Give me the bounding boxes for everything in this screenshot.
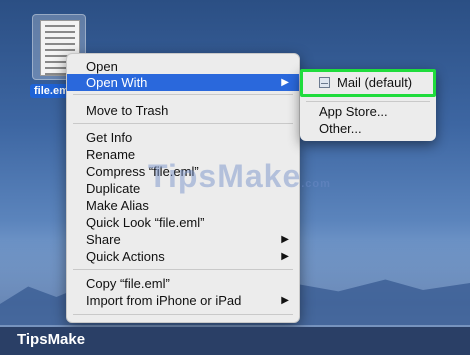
chevron-right-icon: ▶ <box>281 77 289 88</box>
menu-item-quick-actions[interactable]: Quick Actions ▶ <box>67 248 299 265</box>
submenu-item-mail[interactable]: Mail (default) <box>337 75 412 90</box>
menu-item-quick-look[interactable]: Quick Look “file.eml” <box>67 214 299 231</box>
menu-item-get-info[interactable]: Get Info <box>67 129 299 146</box>
brand-logo: TipsMake <box>17 331 86 348</box>
menu-item-share[interactable]: Share ▶ <box>67 231 299 248</box>
open-with-submenu: Mail (default) App Store... Other... <box>300 69 436 141</box>
menu-separator <box>73 94 293 95</box>
submenu-item-app-store[interactable]: App Store... <box>319 104 388 119</box>
menu-separator <box>73 314 293 315</box>
menu-separator <box>306 101 430 102</box>
menu-item-move-to-trash[interactable]: Move to Trash <box>67 102 299 119</box>
menu-separator <box>73 123 293 124</box>
menu-separator <box>73 269 293 270</box>
watermark: TipsMake.com <box>148 158 331 194</box>
menu-item-open[interactable]: Open <box>67 58 299 75</box>
chevron-right-icon: ▶ <box>281 295 289 306</box>
chevron-right-icon: ▶ <box>281 234 289 245</box>
chevron-right-icon: ▶ <box>281 251 289 262</box>
menu-item-make-alias[interactable]: Make Alias <box>67 197 299 214</box>
submenu-item-other[interactable]: Other... <box>319 121 362 136</box>
menu-item-import-from-iphone[interactable]: Import from iPhone or iPad ▶ <box>67 292 299 309</box>
menu-item-copy[interactable]: Copy “file.eml” <box>67 275 299 292</box>
menu-item-open-with[interactable]: Open With ▶ <box>67 74 299 91</box>
mail-app-icon <box>319 77 330 88</box>
